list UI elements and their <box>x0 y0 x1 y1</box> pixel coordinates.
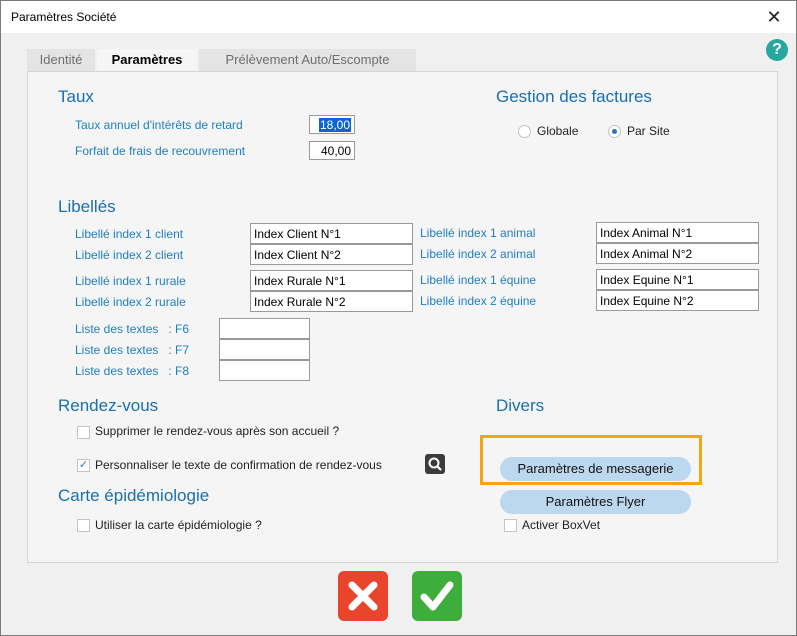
title-bar: Paramètres Société ✕ <box>1 1 796 33</box>
libelles-heading: Libellés <box>58 197 116 216</box>
tab-prelevement[interactable]: Prélèvement Auto/Escompte <box>199 49 416 71</box>
libelle-client-2-label: Libellé index 2 client <box>75 248 184 262</box>
close-icon[interactable]: ✕ <box>756 3 792 31</box>
libelle-animal-2-input[interactable]: Index Animal N°2 <box>596 243 759 264</box>
forfait-input[interactable]: 40,00 <box>309 141 355 160</box>
personnaliser-label: Personnaliser le texte de confirmation d… <box>95 458 382 472</box>
interest-label: Taux annuel d'intérêts de retard <box>75 118 243 132</box>
radio-par-site[interactable] <box>608 125 621 138</box>
taux-heading: Taux <box>58 87 94 106</box>
divers-heading: Divers <box>496 396 545 415</box>
boxvet-checkbox[interactable] <box>504 519 517 532</box>
radio-globale-label: Globale <box>537 124 579 138</box>
tab-identite[interactable]: Identité <box>27 49 95 71</box>
libelle-animal-1-input[interactable]: Index Animal N°1 <box>596 222 759 243</box>
supprimer-checkbox[interactable] <box>77 426 90 439</box>
supprimer-label: Supprimer le rendez-vous après son accue… <box>95 424 340 438</box>
checkmark-icon <box>420 581 454 611</box>
rdv-heading: Rendez-vous <box>58 396 159 415</box>
window-title: Paramètres Société <box>11 10 117 24</box>
interest-input[interactable]: 18,00 <box>309 115 355 134</box>
libelle-rurale-1-label: Libellé index 1 rurale <box>75 274 186 288</box>
libelle-animal-2-label: Libellé index 2 animal <box>420 247 536 261</box>
carte-checkbox[interactable] <box>77 519 90 532</box>
textes-f8-label: Liste des textes : F8 <box>75 364 190 378</box>
messagerie-button[interactable]: Paramètres de messagerie <box>500 457 691 481</box>
carte-label: Utiliser la carte épidémiologie ? <box>95 518 262 532</box>
libelle-rurale-2-label: Libellé index 2 rurale <box>75 295 186 309</box>
textes-f8-input[interactable] <box>219 360 310 381</box>
libelle-animal-1-label: Libellé index 1 animal <box>420 226 536 240</box>
flyer-button[interactable]: Paramètres Flyer <box>500 490 691 514</box>
factures-heading: Gestion des factures <box>496 87 652 106</box>
forfait-label: Forfait de frais de recouvrement <box>75 144 246 158</box>
textes-f7-label: Liste des textes : F7 <box>75 343 190 357</box>
x-icon <box>348 581 378 611</box>
tab-parametres[interactable]: Paramètres <box>97 49 197 71</box>
carte-heading: Carte épidémiologie <box>58 486 210 505</box>
textes-f6-input[interactable] <box>219 318 310 339</box>
radio-selected-dot <box>612 129 617 134</box>
libelle-equine-2-input[interactable]: Index Equine N°2 <box>596 290 759 311</box>
interest-value: 18,00 <box>318 118 351 132</box>
libelle-equine-2-label: Libellé index 2 équine <box>420 294 537 308</box>
libelle-rurale-1-input[interactable]: Index Rurale N°1 <box>250 270 413 291</box>
textes-f7-input[interactable] <box>219 339 310 360</box>
boxvet-label: Activer BoxVet <box>522 518 601 532</box>
radio-par-site-label: Par Site <box>627 124 670 138</box>
libelle-client-1-input[interactable]: Index Client N°1 <box>250 223 413 244</box>
libelle-client-1-label: Libellé index 1 client <box>75 227 184 241</box>
libelle-rurale-2-input[interactable]: Index Rurale N°2 <box>250 291 413 312</box>
personnaliser-checkbox[interactable]: ✓ <box>77 459 90 472</box>
help-icon[interactable]: ? <box>766 39 788 61</box>
cancel-button[interactable] <box>338 571 388 621</box>
libelle-equine-1-input[interactable]: Index Equine N°1 <box>596 269 759 290</box>
textes-f6-label: Liste des textes : F6 <box>75 322 190 336</box>
dialog-window: Paramètres Société ✕ ? Identité Paramètr… <box>0 0 797 636</box>
libelle-equine-1-label: Libellé index 1 équine <box>420 273 537 287</box>
search-icon[interactable] <box>425 454 445 474</box>
radio-globale[interactable] <box>518 125 531 138</box>
ok-button[interactable] <box>412 571 462 621</box>
libelle-client-2-input[interactable]: Index Client N°2 <box>250 244 413 265</box>
